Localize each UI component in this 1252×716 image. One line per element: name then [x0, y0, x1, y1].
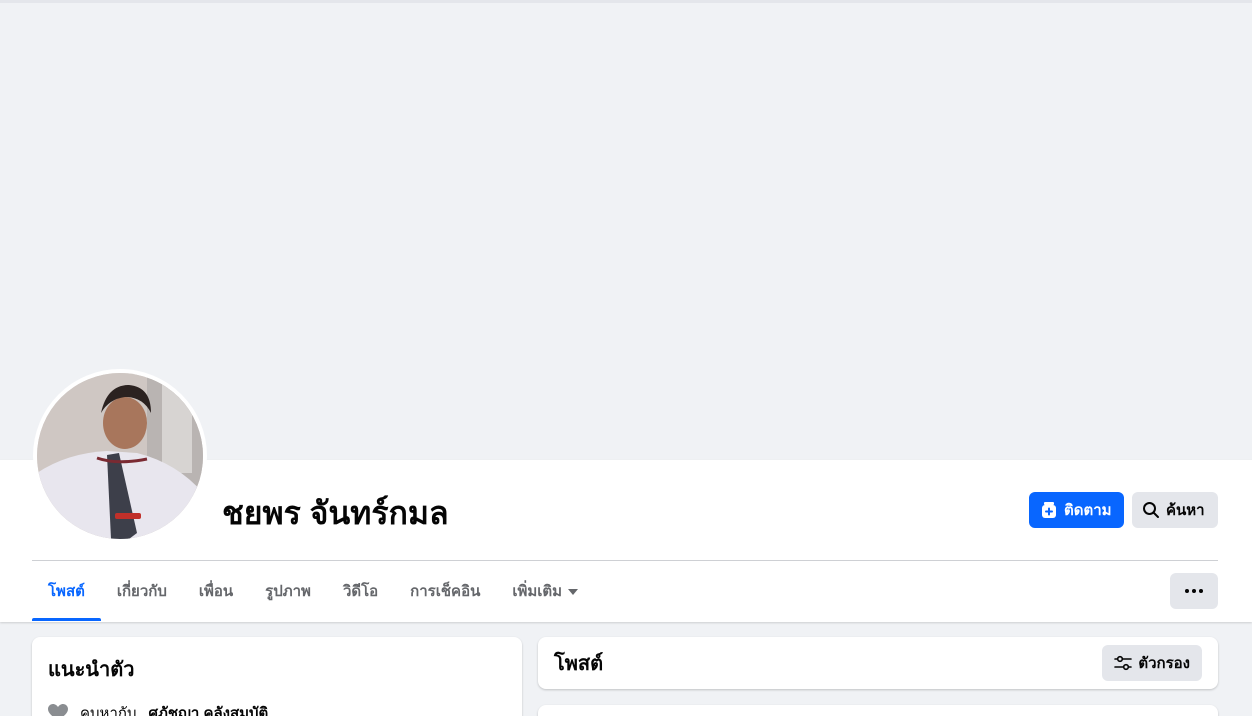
search-icon — [1143, 502, 1159, 518]
tab-checkins[interactable]: การเช็คอิน — [394, 561, 496, 621]
more-dots-icon — [1185, 589, 1203, 593]
post-card — [538, 705, 1218, 716]
follow-button[interactable]: ติดตาม — [1029, 492, 1124, 528]
filter-label: ตัวกรอง — [1138, 655, 1190, 672]
avatar-photo — [37, 373, 203, 539]
tab-label: เกี่ยวกับ — [116, 583, 167, 600]
tab-label: เพื่อน — [198, 583, 234, 600]
tab-label: การเช็คอิน — [410, 583, 481, 600]
tab-label: วิดีโอ — [342, 583, 379, 600]
follow-label: ติดตาม — [1064, 502, 1112, 519]
relationship-prefix: คบหากับ — [80, 705, 137, 716]
caret-down-icon — [568, 589, 579, 595]
relationship-partner-link[interactable]: ศุภัชญา คลังสมบัติ — [148, 701, 268, 716]
tab-posts[interactable]: โพสต์ — [32, 561, 101, 621]
avatar-image — [37, 373, 203, 539]
search-button[interactable]: ค้นหา — [1132, 492, 1218, 528]
profile-picture[interactable] — [33, 369, 207, 543]
posts-header-card: โพสต์ ตัวกรอง — [538, 637, 1218, 689]
posts-title: โพสต์ — [554, 653, 604, 675]
tab-label: เพิ่มเติม — [512, 583, 563, 600]
filter-button[interactable]: ตัวกรอง — [1102, 645, 1202, 681]
tab-about[interactable]: เกี่ยวกับ — [101, 561, 183, 621]
follow-plus-icon — [1042, 502, 1056, 518]
intro-card: แนะนำตัว คบหากับ ศุภัชญา คลังสมบัติ — [32, 637, 522, 716]
more-options-button[interactable] — [1170, 573, 1218, 609]
cover-photo[interactable] — [0, 3, 1250, 460]
search-label: ค้นหา — [1166, 502, 1205, 519]
tab-photos[interactable]: รูปภาพ — [249, 561, 327, 621]
heart-icon — [48, 704, 68, 716]
filter-sliders-icon — [1114, 655, 1133, 671]
relationship-row: คบหากับ ศุภัชญา คลังสมบัติ — [48, 701, 506, 716]
tab-friends[interactable]: เพื่อน — [183, 561, 249, 621]
profile-tabs: โพสต์ เกี่ยวกับ เพื่อน รูปภาพ วิดีโอ การ… — [32, 561, 594, 621]
profile-name: ชยพร จันทร์กมล — [222, 495, 449, 531]
tab-label: โพสต์ — [48, 583, 85, 600]
intro-title: แนะนำตัว — [48, 659, 135, 681]
tab-more[interactable]: เพิ่มเติม — [496, 561, 594, 621]
tab-videos[interactable]: วิดีโอ — [327, 561, 394, 621]
tab-label: รูปภาพ — [265, 583, 311, 600]
